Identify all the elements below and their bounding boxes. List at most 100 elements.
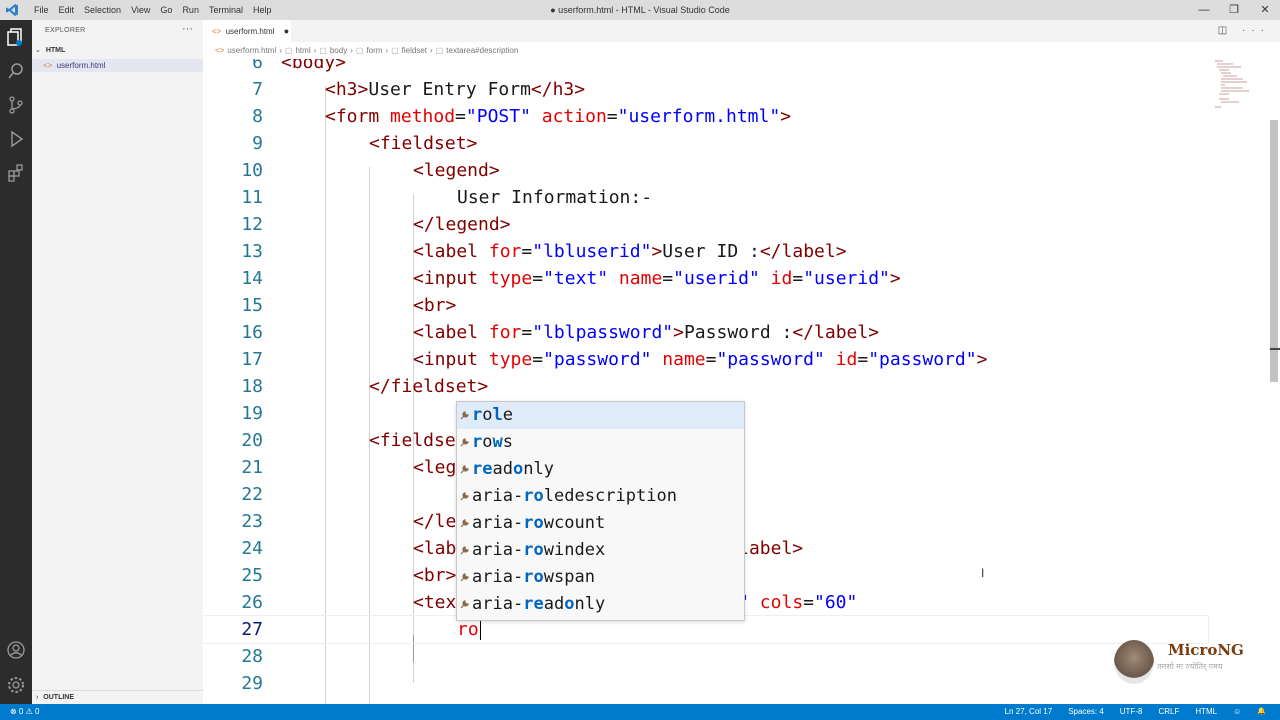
menu-help[interactable]: Help (248, 0, 277, 20)
code-token: </label> (759, 241, 847, 262)
code-token: <br> (413, 565, 457, 586)
file-userform[interactable]: <> userform.html (32, 59, 203, 72)
breadcrumb-textarea[interactable]: textarea#description (446, 46, 518, 55)
extensions-icon[interactable] (6, 163, 26, 183)
suggestion-item[interactable]: role (457, 402, 744, 429)
code-token: type (478, 268, 533, 289)
editor-actions[interactable]: ◫ ··· (1218, 25, 1270, 36)
indentation[interactable]: Spaces: 4 (1068, 704, 1104, 720)
code-line[interactable]: 13 <label for="lbluserid">User ID :</labe… (203, 238, 1208, 265)
cursor-position[interactable]: Ln 27, Col 17 (1005, 704, 1053, 720)
menu-run[interactable]: Run (177, 0, 204, 20)
close-button[interactable]: ✕ (1248, 0, 1280, 20)
suggestion-item[interactable]: aria-roledescription (457, 483, 744, 510)
code-line[interactable]: 14 <input type="text" name="userid" id="u… (203, 265, 1208, 292)
code-line[interactable]: 8 <form method="POST" action="userform.ht… (203, 103, 1208, 130)
line-number: 11 (241, 187, 263, 208)
autocomplete-suggestions[interactable]: role rows readonly aria-roledescription aria… (456, 401, 745, 621)
menu-go[interactable]: Go (155, 0, 177, 20)
more-actions-icon[interactable]: ··· (182, 23, 193, 35)
language-mode[interactable]: HTML (1195, 704, 1217, 720)
line-number: 22 (241, 484, 263, 505)
code-token: <body> (281, 59, 347, 73)
suggestion-item[interactable]: aria-rowcount (457, 510, 744, 537)
minimap[interactable] (1213, 59, 1268, 109)
suggestion-label: aria-readonly (472, 594, 606, 614)
code-token: type (478, 349, 533, 370)
line-number: 9 (252, 133, 263, 154)
vertical-scrollbar[interactable] (1270, 120, 1278, 382)
code-token: > (976, 349, 988, 370)
suggestion-item[interactable]: readonly (457, 456, 744, 483)
code-line[interactable]: 29 (203, 670, 1208, 697)
suggestion-item[interactable]: rows (457, 429, 744, 456)
property-wrench-icon (460, 465, 469, 474)
code-line[interactable]: 17 <input type="password" name="password"… (203, 346, 1208, 373)
code-token: "text" (543, 268, 609, 289)
code-line[interactable]: 18 </fieldset> (203, 373, 1208, 400)
explorer-icon[interactable] (6, 27, 26, 47)
suggestion-label: aria-roledescription (472, 486, 677, 506)
notifications-bell-icon[interactable]: 🔔 (1257, 704, 1266, 720)
line-number: 8 (252, 106, 263, 127)
menu-terminal[interactable]: Terminal (204, 0, 248, 20)
run-debug-icon[interactable] (6, 129, 26, 149)
file-label: userform.html (56, 61, 106, 70)
code-token: id (759, 268, 793, 289)
code-line[interactable]: 16 <label for="lblpassword">Password :</l… (203, 319, 1208, 346)
menu-selection[interactable]: Selection (79, 0, 126, 20)
feedback-icon[interactable]: ☺ (1233, 704, 1241, 720)
code-line[interactable]: 11 User Information:- (203, 184, 1208, 211)
encoding[interactable]: UTF-8 (1120, 704, 1143, 720)
code-token: = (792, 268, 804, 289)
code-token: for (478, 322, 522, 343)
code-token: "60" (814, 592, 858, 613)
code-token: > (780, 106, 792, 127)
code-token: = (705, 349, 717, 370)
problems-indicator[interactable]: ⊗ 0 ⚠ 0 (10, 704, 39, 720)
end-of-line[interactable]: CRLF (1158, 704, 1179, 720)
line-number: 20 (241, 430, 263, 451)
code-line[interactable]: 7 <h3>User Entry Form</h3> (203, 76, 1208, 103)
code-token: User ID : (662, 241, 760, 262)
code-text: </fieldset> (369, 373, 488, 400)
code-line[interactable]: 12 </legend> (203, 211, 1208, 238)
code-line[interactable]: 28 (203, 643, 1208, 670)
code-line[interactable]: 6 <body> (203, 59, 1208, 76)
breadcrumb-fieldset[interactable]: fieldset (402, 46, 427, 55)
suggestion-item[interactable]: aria-readonly (457, 591, 744, 618)
menu-view[interactable]: View (126, 0, 155, 20)
breadcrumb-form[interactable]: form (366, 46, 382, 55)
settings-gear-icon[interactable] (6, 675, 26, 695)
code-line[interactable]: 10 <legend> (203, 157, 1208, 184)
restore-button[interactable]: ❐ (1217, 0, 1251, 20)
accounts-icon[interactable] (6, 640, 26, 660)
outline-section[interactable]: › OUTLINE (32, 690, 203, 705)
search-icon[interactable] (6, 61, 26, 81)
html-file-icon: <> (215, 46, 225, 55)
menu-file[interactable]: File (29, 0, 54, 20)
code-token: = (532, 268, 544, 289)
code-token: = (857, 349, 869, 370)
code-line[interactable]: 9 <fieldset> (203, 130, 1208, 157)
line-number: 10 (241, 160, 263, 181)
menu-edit[interactable]: Edit (54, 0, 80, 20)
suggestion-item[interactable]: aria-rowspan (457, 564, 744, 591)
suggestion-item[interactable]: aria-rowindex (457, 537, 744, 564)
line-number: 18 (241, 376, 263, 397)
code-line[interactable]: 15 <br> (203, 292, 1208, 319)
source-control-icon[interactable] (6, 95, 26, 115)
code-text: <label for="lblpassword">Password :</lab… (413, 319, 879, 346)
mouse-ibeam-cursor-icon: I (981, 566, 985, 580)
minimize-button[interactable]: — (1187, 0, 1221, 20)
code-token: id (824, 349, 858, 370)
breadcrumb-file[interactable]: userform.html (227, 46, 276, 55)
chevron-right-icon: › (36, 694, 39, 701)
breadcrumb-html[interactable]: html (295, 46, 310, 55)
breadcrumb-body[interactable]: body (330, 46, 347, 55)
unsaved-dot-icon[interactable]: ● (284, 26, 289, 36)
code-token: <br> (413, 295, 457, 316)
tab-userform[interactable]: <> userform.html ● (203, 20, 291, 42)
element-icon: ▢ (284, 46, 293, 55)
folder-html[interactable]: ⌄ HTML (32, 45, 203, 56)
